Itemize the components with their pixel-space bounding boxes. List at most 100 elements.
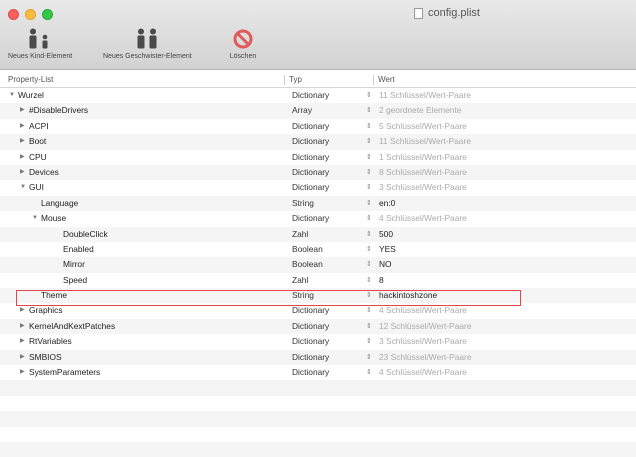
row-type-cell[interactable]: Zahl bbox=[292, 273, 308, 288]
row-value-cell[interactable]: 4 Schlüssel/Wert-Paare bbox=[379, 365, 467, 380]
type-popup-stepper-icon[interactable]: ⇕ bbox=[366, 227, 372, 242]
type-popup-stepper-icon[interactable]: ⇕ bbox=[366, 288, 372, 303]
row-value-cell[interactable]: 1 Schlüssel/Wert-Paare bbox=[379, 150, 467, 165]
new-sibling-element-button[interactable]: Neues Geschwister-Element bbox=[103, 28, 192, 60]
row-type-cell[interactable]: Boolean bbox=[292, 242, 323, 257]
table-row[interactable]: ▶ SystemParameters Dictionary ⇕ 4 Schlüssel/… bbox=[0, 365, 636, 380]
row-value-cell[interactable]: en:0 bbox=[379, 196, 395, 211]
table-row[interactable]: ▶ Devices Dictionary ⇕ 8 Schlüssel/Wert-Paar… bbox=[0, 164, 636, 181]
row-key-label[interactable]: GUI bbox=[29, 180, 44, 195]
type-popup-stepper-icon[interactable]: ⇕ bbox=[366, 350, 372, 365]
type-popup-stepper-icon[interactable]: ⇕ bbox=[366, 165, 372, 180]
close-window-button[interactable] bbox=[8, 9, 19, 20]
disclosure-triangle-collapsed-icon[interactable]: ▶ bbox=[20, 319, 29, 334]
column-header-key[interactable]: Property-List bbox=[8, 75, 53, 84]
table-row[interactable]: Mirror Boolean ⇕ NO bbox=[0, 257, 636, 273]
disclosure-triangle-collapsed-icon[interactable]: ▶ bbox=[20, 165, 29, 180]
table-row[interactable]: ▶ KernelAndKextPatches Dictionary ⇕ 12 Schlü… bbox=[0, 318, 636, 335]
row-type-cell[interactable]: Dictionary bbox=[292, 303, 329, 318]
minimize-window-button[interactable] bbox=[25, 9, 36, 20]
type-popup-stepper-icon[interactable]: ⇕ bbox=[366, 303, 372, 318]
table-row[interactable]: ▶ Boot Dictionary ⇕ 11 Schlüssel/Wert-Paare bbox=[0, 134, 636, 150]
table-row[interactable]: Enabled Boolean ⇕ YES bbox=[0, 242, 636, 257]
row-key-label[interactable]: Boot bbox=[29, 134, 46, 149]
row-type-cell[interactable]: Dictionary bbox=[292, 365, 329, 380]
row-key-label[interactable]: CPU bbox=[29, 150, 47, 165]
row-value-cell[interactable]: YES bbox=[379, 242, 396, 257]
disclosure-triangle-expanded-icon[interactable]: ▼ bbox=[20, 180, 29, 195]
row-value-cell[interactable]: 12 Schlüssel/Wert-Paare bbox=[379, 319, 471, 334]
table-row[interactable]: ▶ Graphics Dictionary ⇕ 4 Schlüssel/Wert-Paa… bbox=[0, 303, 636, 318]
disclosure-triangle-expanded-icon[interactable]: ▼ bbox=[32, 211, 41, 226]
disclosure-triangle-collapsed-icon[interactable]: ▶ bbox=[20, 365, 29, 380]
table-row[interactable]: ▼ Wurzel Dictionary ⇕ 11 Schlüssel/Wert-Paar… bbox=[0, 88, 636, 103]
row-key-label[interactable]: #DisableDrivers bbox=[29, 103, 88, 118]
table-row[interactable]: Language String ⇕ en:0 bbox=[0, 195, 636, 212]
type-popup-stepper-icon[interactable]: ⇕ bbox=[366, 88, 372, 103]
disclosure-triangle-collapsed-icon[interactable]: ▶ bbox=[20, 134, 29, 149]
row-key-label[interactable]: Enabled bbox=[63, 242, 94, 257]
row-value-cell[interactable]: 8 Schlüssel/Wert-Paare bbox=[379, 165, 467, 180]
row-type-cell[interactable]: Dictionary bbox=[292, 211, 329, 226]
row-type-cell[interactable]: Dictionary bbox=[292, 119, 329, 134]
row-value-cell[interactable]: hackintoshzone bbox=[379, 288, 437, 303]
row-key-label[interactable]: Devices bbox=[29, 165, 59, 180]
type-popup-stepper-icon[interactable]: ⇕ bbox=[366, 119, 372, 134]
column-divider[interactable] bbox=[284, 75, 285, 85]
row-key-label[interactable]: ACPI bbox=[29, 119, 49, 134]
table-row[interactable]: ▶ ACPI Dictionary ⇕ 5 Schlüssel/Wert-Paare bbox=[0, 119, 636, 134]
table-row[interactable]: ▶ CPU Dictionary ⇕ 1 Schlüssel/Wert-Paare bbox=[0, 150, 636, 165]
table-row[interactable]: ▶ RtVariables Dictionary ⇕ 3 Schlüssel/Wert-… bbox=[0, 334, 636, 349]
type-popup-stepper-icon[interactable]: ⇕ bbox=[366, 211, 372, 226]
row-type-cell[interactable]: String bbox=[292, 288, 314, 303]
row-type-cell[interactable]: Boolean bbox=[292, 257, 323, 272]
row-type-cell[interactable]: Zahl bbox=[292, 227, 308, 242]
delete-button[interactable]: Löschen bbox=[228, 28, 258, 60]
disclosure-triangle-collapsed-icon[interactable]: ▶ bbox=[20, 334, 29, 349]
row-key-label[interactable]: Mouse bbox=[41, 211, 66, 226]
row-value-cell[interactable]: 8 bbox=[379, 273, 384, 288]
table-row[interactable]: Theme String ⇕ hackintoshzone bbox=[0, 288, 636, 304]
type-popup-stepper-icon[interactable]: ⇕ bbox=[366, 180, 372, 195]
disclosure-triangle-expanded-icon[interactable]: ▼ bbox=[9, 88, 18, 103]
row-value-cell[interactable]: NO bbox=[379, 257, 392, 272]
row-value-cell[interactable]: 5 Schlüssel/Wert-Paare bbox=[379, 119, 467, 134]
row-type-cell[interactable]: String bbox=[292, 196, 314, 211]
type-popup-stepper-icon[interactable]: ⇕ bbox=[366, 334, 372, 349]
row-value-cell[interactable]: 3 Schlüssel/Wert-Paare bbox=[379, 180, 467, 195]
row-type-cell[interactable]: Dictionary bbox=[292, 88, 329, 103]
table-row[interactable]: ▼ Mouse Dictionary ⇕ 4 Schlüssel/Wert-Paare bbox=[0, 211, 636, 226]
type-popup-stepper-icon[interactable]: ⇕ bbox=[366, 196, 372, 211]
row-key-label[interactable]: RtVariables bbox=[29, 334, 72, 349]
disclosure-triangle-collapsed-icon[interactable]: ▶ bbox=[20, 103, 29, 118]
row-type-cell[interactable]: Dictionary bbox=[292, 334, 329, 349]
table-row[interactable]: ▼ GUI Dictionary ⇕ 3 Schlüssel/Wert-Paare bbox=[0, 180, 636, 195]
row-value-cell[interactable]: 500 bbox=[379, 227, 393, 242]
table-row[interactable]: ▶ #DisableDrivers Array ⇕ 2 geordnete Elemen… bbox=[0, 103, 636, 119]
table-row[interactable]: DoubleClick Zahl ⇕ 500 bbox=[0, 226, 636, 242]
disclosure-triangle-collapsed-icon[interactable]: ▶ bbox=[20, 119, 29, 134]
type-popup-stepper-icon[interactable]: ⇕ bbox=[366, 273, 372, 288]
type-popup-stepper-icon[interactable]: ⇕ bbox=[366, 150, 372, 165]
row-type-cell[interactable]: Dictionary bbox=[292, 180, 329, 195]
row-key-label[interactable]: Wurzel bbox=[18, 88, 44, 103]
row-value-cell[interactable]: 4 Schlüssel/Wert-Paare bbox=[379, 303, 467, 318]
row-key-label[interactable]: KernelAndKextPatches bbox=[29, 319, 115, 334]
row-type-cell[interactable]: Dictionary bbox=[292, 150, 329, 165]
row-value-cell[interactable]: 23 Schlüssel/Wert-Paare bbox=[379, 350, 471, 365]
row-type-cell[interactable]: Array bbox=[292, 103, 312, 118]
table-row[interactable]: ▶ SMBIOS Dictionary ⇕ 23 Schlüssel/Wert-Paar… bbox=[0, 349, 636, 366]
row-key-label[interactable]: SystemParameters bbox=[29, 365, 100, 380]
row-value-cell[interactable]: 2 geordnete Elemente bbox=[379, 103, 461, 118]
row-value-cell[interactable]: 3 Schlüssel/Wert-Paare bbox=[379, 334, 467, 349]
type-popup-stepper-icon[interactable]: ⇕ bbox=[366, 365, 372, 380]
column-header-value[interactable]: Wert bbox=[378, 75, 395, 84]
type-popup-stepper-icon[interactable]: ⇕ bbox=[366, 257, 372, 272]
row-key-label[interactable]: DoubleClick bbox=[63, 227, 108, 242]
row-type-cell[interactable]: Dictionary bbox=[292, 319, 329, 334]
row-value-cell[interactable]: 11 Schlüssel/Wert-Paare bbox=[379, 134, 471, 149]
row-key-label[interactable]: SMBIOS bbox=[29, 350, 62, 365]
column-header-type[interactable]: Typ bbox=[289, 75, 302, 84]
type-popup-stepper-icon[interactable]: ⇕ bbox=[366, 134, 372, 149]
row-key-label[interactable]: Mirror bbox=[63, 257, 85, 272]
